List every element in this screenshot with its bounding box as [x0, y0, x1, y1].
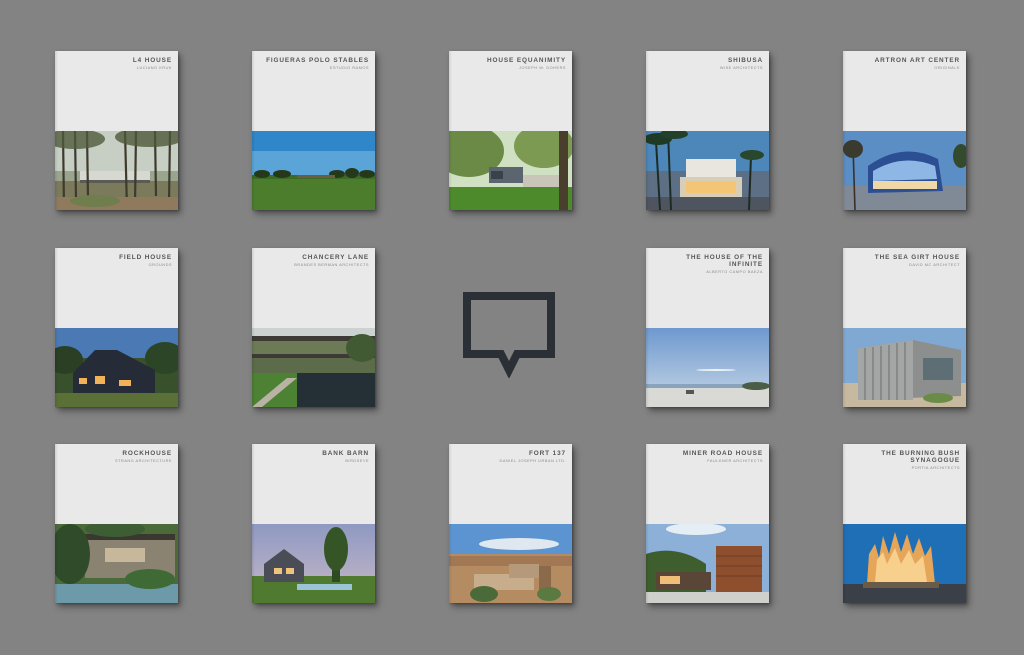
cover-photo: [449, 524, 572, 603]
cover-photo: [252, 131, 375, 210]
book-cover-the-sea-girt-house[interactable]: THE SEA GIRT HOUSE DAVID MC ARCHITECT: [843, 248, 966, 407]
book-title: HOUSE EQUANIMITY JOSEPH W. DOHERS: [456, 57, 566, 71]
book-architect: GROUNDS: [148, 262, 172, 268]
book-cover-the-burning-bush-synagogue[interactable]: THE BURNING BUSH SYNAGOGUE PORTIA ARCHITE…: [843, 444, 966, 603]
cover-header: ROCKHOUSE STRANG ARCHITECTURE: [55, 444, 178, 524]
book-architect: JOSEPH W. DOHERS: [519, 65, 566, 71]
book-architect: ESTUDIO RAMOS: [329, 65, 369, 71]
book-cover-the-house-of-the-infinite[interactable]: THE HOUSE OF THE INFINITE ALBERTO CAMPO B…: [646, 248, 769, 407]
cover-header: MINER ROAD HOUSE FAULKNER ARCHITECTS: [646, 444, 769, 524]
book-cover-artron-art-center[interactable]: ARTRON ART CENTER ORIGINALE: [843, 51, 966, 210]
cover-photo: [55, 328, 178, 407]
book-cover-shibusa[interactable]: SHIBUSA WISE ARCHITECTS: [646, 51, 769, 210]
book-title: THE BURNING BUSH SYNAGOGUE PORTIA ARCHITE…: [850, 450, 960, 471]
book-cover-figueras-polo-stables[interactable]: FIGUERAS POLO STABLES ESTUDIO RAMOS: [252, 51, 375, 210]
book-title: SHIBUSA WISE ARCHITECTS: [653, 57, 763, 71]
cover-photo: [843, 524, 966, 603]
book-cover-fort-137[interactable]: FORT 137 DANIEL JOSEPH URBAN LTD.: [449, 444, 572, 603]
book-title: THE SEA GIRT HOUSE DAVID MC ARCHITECT: [850, 254, 960, 268]
book-architect: STRANG ARCHITECTURE: [114, 458, 172, 464]
book-architect: DAVID MC ARCHITECT: [909, 262, 960, 268]
book-cover-house-equanimity[interactable]: HOUSE EQUANIMITY JOSEPH W. DOHERS: [449, 51, 572, 210]
speech-bubble-logo-icon: [463, 292, 555, 379]
book-title: FIELD HOUSE GROUNDS: [62, 254, 172, 268]
cover-header: BANK BARN BIRDSEYE: [252, 444, 375, 524]
cover-header: CHANCERY LANE BRANDES BERMAN ARCHITECTS: [252, 248, 375, 328]
cover-photo: [252, 524, 375, 603]
book-title: ROCKHOUSE STRANG ARCHITECTURE: [62, 450, 172, 464]
book-title: FORT 137 DANIEL JOSEPH URBAN LTD.: [456, 450, 566, 464]
cover-photo: [843, 328, 966, 407]
cover-photo: [449, 131, 572, 210]
book-title: L4 HOUSE LUCIANO KRUK: [62, 57, 172, 71]
cover-photo: [646, 328, 769, 407]
book-architect: PORTIA ARCHITECTS: [911, 465, 960, 471]
cover-photo: [55, 524, 178, 603]
bookshelf-grid: L4 HOUSE LUCIANO KRUK FIGUERAS POLO STAB…: [0, 0, 1024, 655]
cover-header: THE HOUSE OF THE INFINITE ALBERTO CAMPO B…: [646, 248, 769, 328]
book-cover-l4-house[interactable]: L4 HOUSE LUCIANO KRUK: [55, 51, 178, 210]
cover-header: ARTRON ART CENTER ORIGINALE: [843, 51, 966, 131]
book-title: MINER ROAD HOUSE FAULKNER ARCHITECTS: [653, 450, 763, 464]
cover-header: HOUSE EQUANIMITY JOSEPH W. DOHERS: [449, 51, 572, 131]
book-title: CHANCERY LANE BRANDES BERMAN ARCHITECTS: [259, 254, 369, 268]
book-cover-field-house[interactable]: FIELD HOUSE GROUNDS: [55, 248, 178, 407]
book-architect: WISE ARCHITECTS: [719, 65, 763, 71]
book-cover-miner-road-house[interactable]: MINER ROAD HOUSE FAULKNER ARCHITECTS: [646, 444, 769, 603]
cover-photo: [843, 131, 966, 210]
book-title: FIGUERAS POLO STABLES ESTUDIO RAMOS: [259, 57, 369, 71]
cover-header: L4 HOUSE LUCIANO KRUK: [55, 51, 178, 131]
cover-header: THE SEA GIRT HOUSE DAVID MC ARCHITECT: [843, 248, 966, 328]
book-title: BANK BARN BIRDSEYE: [259, 450, 369, 464]
cover-header: FIELD HOUSE GROUNDS: [55, 248, 178, 328]
cover-photo: [646, 524, 769, 603]
book-title: THE HOUSE OF THE INFINITE ALBERTO CAMPO B…: [653, 254, 763, 275]
cover-photo: [252, 328, 375, 407]
cover-header: FIGUERAS POLO STABLES ESTUDIO RAMOS: [252, 51, 375, 131]
book-architect: BIRDSEYE: [345, 458, 369, 464]
book-cover-bank-barn[interactable]: BANK BARN BIRDSEYE: [252, 444, 375, 603]
cover-photo: [646, 131, 769, 210]
cover-photo: [55, 131, 178, 210]
book-cover-rockhouse[interactable]: ROCKHOUSE STRANG ARCHITECTURE: [55, 444, 178, 603]
book-architect: LUCIANO KRUK: [136, 65, 172, 71]
book-architect: FAULKNER ARCHITECTS: [707, 458, 763, 464]
cover-header: SHIBUSA WISE ARCHITECTS: [646, 51, 769, 131]
book-architect: DANIEL JOSEPH URBAN LTD.: [499, 458, 566, 464]
book-architect: ORIGINALE: [934, 65, 960, 71]
book-title: ARTRON ART CENTER ORIGINALE: [850, 57, 960, 71]
book-architect: ALBERTO CAMPO BAEZA: [706, 269, 763, 275]
book-architect: BRANDES BERMAN ARCHITECTS: [294, 262, 369, 268]
cover-header: THE BURNING BUSH SYNAGOGUE PORTIA ARCHITE…: [843, 444, 966, 524]
book-cover-chancery-lane[interactable]: CHANCERY LANE BRANDES BERMAN ARCHITECTS: [252, 248, 375, 407]
cover-header: FORT 137 DANIEL JOSEPH URBAN LTD.: [449, 444, 572, 524]
